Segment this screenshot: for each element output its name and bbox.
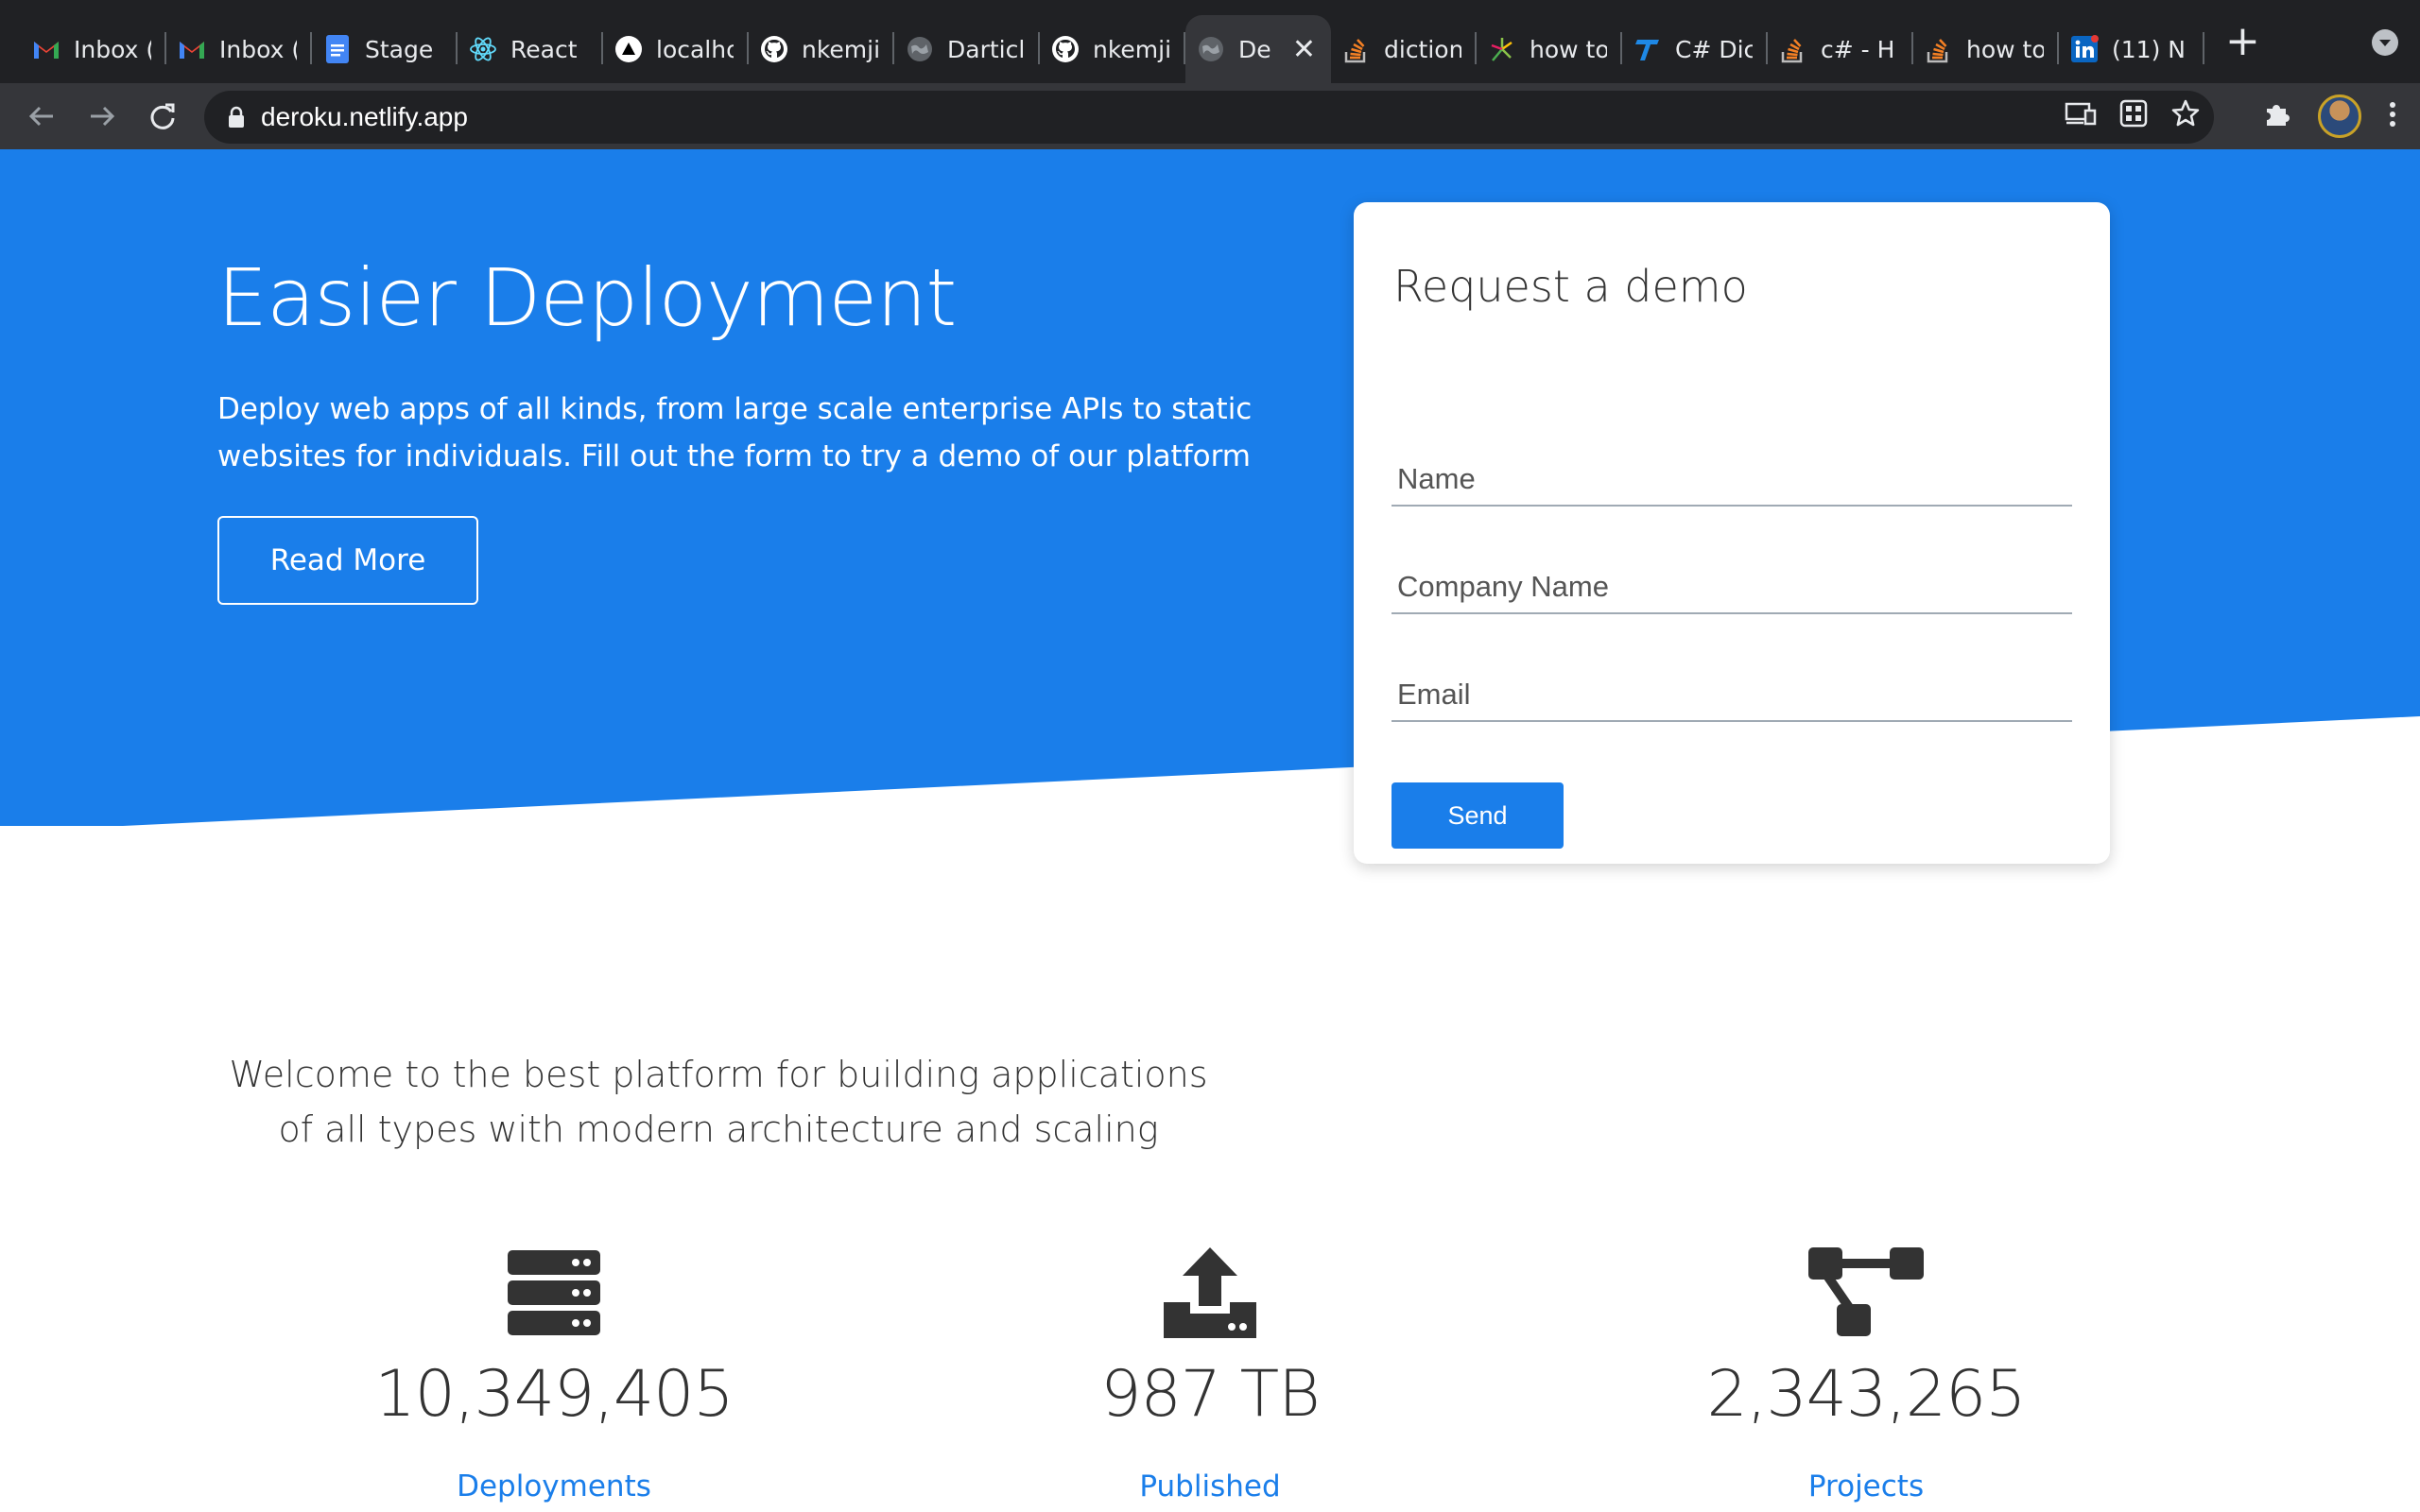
globe-icon — [1197, 35, 1225, 63]
github-icon — [1051, 35, 1080, 63]
tab-how-to-1[interactable]: how to — [1477, 15, 1622, 83]
tab-separator — [2203, 32, 2204, 64]
tab-label: localho — [656, 35, 734, 63]
arrow-left-icon — [28, 106, 53, 127]
close-icon[interactable]: ✕ — [1292, 33, 1316, 66]
tab-react[interactable]: React — [458, 15, 603, 83]
tab-label: Inbox ( — [219, 35, 297, 63]
tab-search-icon[interactable] — [2371, 28, 2399, 60]
tab-label: Stage — [365, 35, 434, 63]
sitemap-icon — [1630, 1246, 2102, 1340]
tab-label: how to — [1530, 35, 1607, 63]
tab-dictionary[interactable]: diction — [1331, 15, 1477, 83]
tab-label: Inbox ( — [74, 35, 151, 63]
tab-deroku-active[interactable]: Der ✕ — [1185, 15, 1331, 83]
stat-link-deployments[interactable]: Deployments — [318, 1469, 790, 1503]
url-text: deroku.netlify.app — [261, 102, 468, 131]
forward-button[interactable] — [72, 86, 132, 146]
vercel-icon — [614, 35, 643, 63]
upload-icon — [974, 1246, 1446, 1340]
stat-published: 987 TB Published — [974, 1246, 1446, 1503]
stackoverflow-icon — [1925, 35, 1953, 63]
stat-value: 987 TB — [1100, 1357, 1320, 1432]
browser-tab-strip: Inbox ( Inbox ( Stage React localho nkem — [0, 0, 2420, 83]
cast-icon[interactable] — [2065, 99, 2097, 131]
name-input[interactable] — [1392, 454, 2072, 507]
welcome-text: Welcome to the best platform for buildin… — [229, 1054, 1208, 1150]
stackoverflow-icon — [1342, 35, 1371, 63]
tab-github-2[interactable]: nkemji — [1040, 15, 1185, 83]
stat-projects: 2,343,265 Projects — [1630, 1246, 2102, 1503]
tab-github-1[interactable]: nkemji — [749, 15, 894, 83]
tab-label: (11) N — [2112, 35, 2186, 63]
tab-how-to-2[interactable]: how to — [1913, 15, 2059, 83]
arrow-right-icon — [91, 106, 115, 127]
reload-button[interactable] — [132, 86, 193, 146]
tab-label: how to — [1966, 35, 2044, 63]
stat-deployments: 10,349,405 Deployments — [318, 1246, 790, 1503]
read-more-button[interactable]: Read More — [217, 516, 478, 605]
tutorialsteacher-icon — [1634, 35, 1662, 63]
page-content: Easier Deployment Deploy web apps of all… — [0, 149, 2420, 1512]
tab-localhost[interactable]: localho — [603, 15, 749, 83]
tab-label: React — [510, 35, 578, 63]
tab-label: C# Dic — [1675, 35, 1753, 63]
hero-description: Deploy web apps of all kinds, from large… — [217, 392, 1253, 473]
send-button[interactable]: Send — [1392, 782, 1564, 849]
address-bar[interactable]: deroku.netlify.app — [204, 91, 2214, 144]
stat-link-published[interactable]: Published — [974, 1469, 1446, 1503]
request-demo-card: Request a demo Send — [1354, 202, 2110, 864]
qr-code-icon[interactable] — [2119, 99, 2148, 131]
reload-icon — [150, 103, 175, 129]
email-input[interactable] — [1392, 669, 2072, 722]
tab-darticle[interactable]: Darticl — [894, 15, 1040, 83]
bookmark-star-icon[interactable] — [2170, 98, 2201, 132]
tab-stage[interactable]: Stage — [312, 15, 458, 83]
gmail-icon — [178, 35, 206, 63]
hero-title: Easier Deployment — [217, 251, 957, 344]
company-name-input[interactable] — [1392, 561, 2072, 614]
more-vertical-icon[interactable] — [2388, 99, 2397, 133]
stackoverflow-icon — [1779, 35, 1807, 63]
browser-toolbar: deroku.netlify.app — [0, 83, 2420, 149]
tab-gmail-inbox-2[interactable]: Inbox ( — [166, 15, 312, 83]
tab-label: Darticl — [947, 35, 1025, 63]
back-button[interactable] — [11, 86, 72, 146]
profile-avatar[interactable] — [2318, 94, 2361, 138]
stat-value: 2,343,265 — [1706, 1357, 2026, 1432]
extensions-puzzle-icon[interactable] — [2261, 99, 2291, 133]
tab-label: c# - H — [1821, 35, 1895, 63]
tab-label: nkemji — [802, 35, 879, 63]
demo-form-title: Request a demo — [1393, 261, 1748, 312]
tab-gmail-inbox-1[interactable]: Inbox ( — [21, 15, 166, 83]
tab-csharp-dictionary[interactable]: C# Dic — [1622, 15, 1768, 83]
sparkle-icon — [1488, 35, 1516, 63]
tab-label: Der — [1238, 35, 1271, 63]
tab-label: nkemji — [1093, 35, 1170, 63]
google-docs-icon — [323, 35, 352, 63]
stat-link-projects[interactable]: Projects — [1630, 1469, 2102, 1503]
tab-linkedin[interactable]: (11) N — [2059, 15, 2204, 83]
lock-icon — [229, 106, 244, 128]
new-tab-button[interactable]: + — [2225, 21, 2260, 62]
gmail-icon — [32, 35, 60, 63]
globe-icon — [906, 35, 934, 63]
github-icon — [760, 35, 788, 63]
server-stack-icon — [318, 1246, 790, 1340]
linkedin-icon — [2070, 35, 2099, 63]
tab-label: diction — [1384, 35, 1461, 63]
stat-value: 10,349,405 — [374, 1357, 734, 1432]
react-icon — [469, 35, 497, 63]
tab-csharp-how[interactable]: c# - H — [1768, 15, 1913, 83]
